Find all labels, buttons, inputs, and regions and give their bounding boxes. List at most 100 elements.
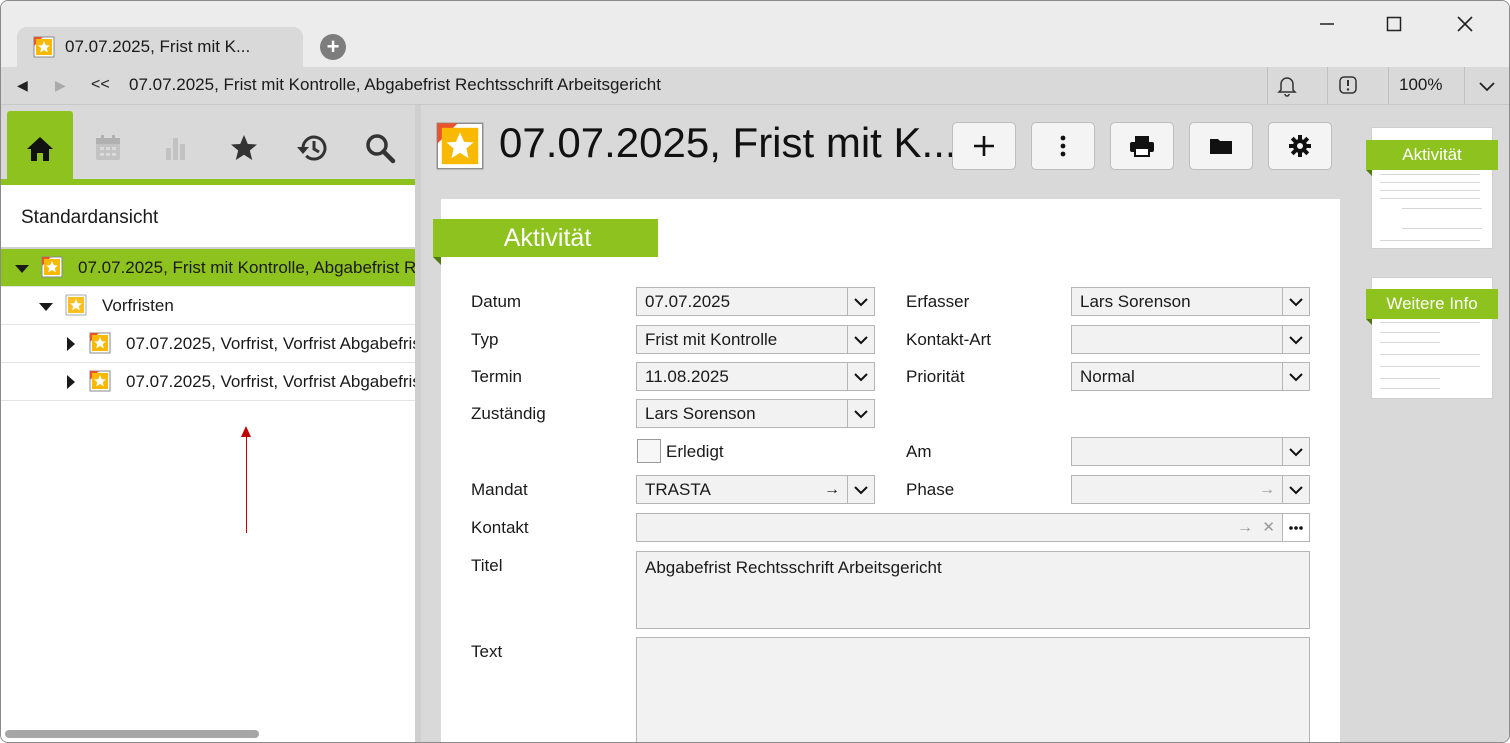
go-to-arrow-icon[interactable]: → xyxy=(824,476,840,503)
printer-icon xyxy=(1130,136,1154,157)
prioritaet-select[interactable]: Normal xyxy=(1071,362,1310,391)
chevron-down-icon[interactable] xyxy=(1282,363,1309,390)
text-label: Text xyxy=(471,642,503,661)
plus-icon xyxy=(974,136,994,156)
zustaendig-select[interactable]: Lars Sorenson xyxy=(636,399,875,428)
app-window: 07.07.2025, Frist mit K... + ◀ ▶ << 07.0… xyxy=(0,0,1510,743)
alert-icon[interactable] xyxy=(1338,75,1358,100)
datum-value: 07.07.2025 xyxy=(645,292,731,311)
folder-button[interactable] xyxy=(1189,122,1253,170)
tree-item[interactable]: 07.07.2025, Vorfrist, Vorfrist Abgabefri… xyxy=(1,363,415,401)
kontakt-label: Kontakt xyxy=(471,518,529,537)
datum-field[interactable]: 07.07.2025 xyxy=(636,287,875,316)
view-toolbar xyxy=(1,105,415,185)
expand-arrow-icon[interactable] xyxy=(15,265,29,273)
thumbnail-ribbon: Weitere Info xyxy=(1366,289,1498,319)
typ-label: Typ xyxy=(471,330,499,349)
more-options-button[interactable] xyxy=(1031,122,1095,170)
star-icon[interactable] xyxy=(227,131,261,165)
prioritaet-label: Priorität xyxy=(906,367,965,386)
expand-arrow-icon[interactable] xyxy=(39,303,53,311)
new-tab-plus-icon[interactable]: + xyxy=(320,34,346,60)
home-tab[interactable] xyxy=(7,111,73,185)
red-arrow-head xyxy=(241,426,251,437)
erfasser-select[interactable]: Lars Sorenson xyxy=(1071,287,1310,316)
ribbon-fold xyxy=(433,257,441,265)
clear-x-icon[interactable]: ✕ xyxy=(1262,514,1275,541)
go-to-arrow-icon[interactable]: → xyxy=(1237,514,1253,541)
tab-title: 07.07.2025, Frist mit K... xyxy=(65,37,251,56)
mandat-label: Mandat xyxy=(471,480,528,499)
mandat-field[interactable]: TRASTA → xyxy=(636,475,875,504)
breadcrumb-path: 07.07.2025, Frist mit Kontrolle, Abgabef… xyxy=(129,75,661,94)
folder-icon xyxy=(1210,139,1232,154)
view-title[interactable]: Standardansicht xyxy=(21,207,158,229)
collapse-arrow-icon[interactable] xyxy=(67,337,75,351)
calendar-icon[interactable] xyxy=(91,131,125,165)
erfasser-label: Erfasser xyxy=(906,292,970,311)
typ-select[interactable]: Frist mit Kontrolle xyxy=(636,325,875,354)
more-vertical-icon xyxy=(1060,135,1066,157)
add-button[interactable] xyxy=(952,122,1016,170)
erfasser-value: Lars Sorenson xyxy=(1080,292,1191,311)
more-horizontal-icon[interactable] xyxy=(1282,514,1309,541)
chevron-down-icon[interactable] xyxy=(1478,79,1496,97)
toolbar-accent-line xyxy=(1,179,415,185)
termin-field[interactable]: 11.08.2025 xyxy=(636,362,875,391)
chevron-down-icon[interactable] xyxy=(1282,326,1309,353)
termin-value: 11.08.2025 xyxy=(645,367,729,386)
typ-value: Frist mit Kontrolle xyxy=(645,330,778,349)
forward-arrow-icon[interactable]: ▶ xyxy=(55,77,66,94)
section-ribbon: Aktivität xyxy=(433,219,658,257)
am-field[interactable] xyxy=(1071,437,1310,466)
tree-item-selected[interactable]: 07.07.2025, Frist mit Kontrolle, Abgabef… xyxy=(1,249,415,287)
zoom-level[interactable]: 100% xyxy=(1399,75,1442,95)
chevron-down-icon[interactable] xyxy=(847,400,874,427)
am-label: Am xyxy=(906,442,932,461)
prioritaet-value: Normal xyxy=(1080,367,1135,386)
title-bar: 07.07.2025, Frist mit K... + xyxy=(1,1,1509,67)
record-star-icon xyxy=(41,256,63,283)
titel-textarea[interactable]: Abgabefrist Rechtsschrift Arbeitsgericht xyxy=(636,551,1310,629)
print-button[interactable] xyxy=(1110,122,1174,170)
kontakt-field[interactable]: → ✕ xyxy=(636,513,1310,542)
divider xyxy=(1464,67,1465,104)
tree-item[interactable]: 07.07.2025, Vorfrist, Vorfrist Abgabefri… xyxy=(1,325,415,363)
bell-icon[interactable] xyxy=(1277,75,1297,102)
chevron-down-icon[interactable] xyxy=(847,476,874,503)
tree-item[interactable]: Vorfristen xyxy=(1,287,415,325)
settings-button[interactable] xyxy=(1268,122,1332,170)
chevron-down-icon[interactable] xyxy=(847,288,874,315)
ribbon-fold xyxy=(1366,170,1372,176)
chevron-down-icon[interactable] xyxy=(1282,438,1309,465)
datum-label: Datum xyxy=(471,292,522,311)
bar-chart-icon[interactable] xyxy=(159,131,193,165)
minimize-icon[interactable] xyxy=(1304,9,1350,39)
record-star-icon xyxy=(89,332,111,359)
close-window-icon[interactable] xyxy=(1442,9,1488,39)
record-star-icon xyxy=(89,370,111,397)
back-arrow-icon[interactable]: ◀ xyxy=(17,77,28,94)
zustaendig-value: Lars Sorenson xyxy=(645,404,756,423)
kontaktart-select[interactable] xyxy=(1071,325,1310,354)
chevron-down-icon[interactable] xyxy=(847,326,874,353)
tab-active[interactable]: 07.07.2025, Frist mit K... xyxy=(17,27,303,67)
maximize-icon[interactable] xyxy=(1371,9,1417,39)
search-icon[interactable] xyxy=(363,131,397,165)
phase-field[interactable]: → xyxy=(1071,475,1310,504)
form-card: Aktivität Datum Typ Termin Zuständig Man… xyxy=(433,199,1340,742)
collapse-arrow-icon[interactable] xyxy=(67,375,75,389)
chevron-down-icon[interactable] xyxy=(847,363,874,390)
up-level-button[interactable]: << xyxy=(91,76,110,94)
history-icon[interactable] xyxy=(295,131,329,165)
chevron-down-icon[interactable] xyxy=(1282,288,1309,315)
erledigt-checkbox[interactable] xyxy=(637,439,661,463)
tree-item-label: 07.07.2025, Frist mit Kontrolle, Abgabef… xyxy=(78,258,415,277)
gear-icon xyxy=(1289,135,1311,157)
chevron-down-icon[interactable] xyxy=(1282,476,1309,503)
go-to-arrow-icon[interactable]: → xyxy=(1259,476,1275,503)
record-star-icon xyxy=(33,36,55,63)
text-textarea[interactable] xyxy=(636,637,1310,742)
divider xyxy=(1267,67,1268,104)
horizontal-scrollbar[interactable] xyxy=(5,730,259,738)
